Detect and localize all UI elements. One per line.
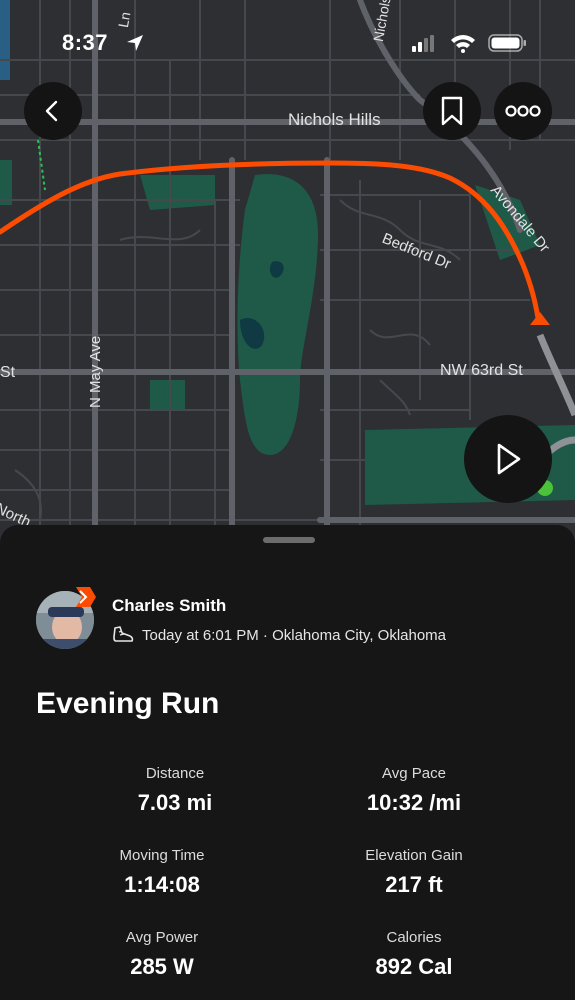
stat-calories: Calories 892 Cal: [294, 929, 534, 980]
more-button[interactable]: [494, 82, 552, 140]
map-label-st: St: [0, 364, 16, 381]
activity-meta-text: Today at 6:01 PM · Oklahoma City, Oklaho…: [142, 626, 447, 644]
stat-value: 10:32 /mi: [366, 790, 462, 815]
stat-label: Moving Time: [119, 847, 205, 864]
location-arrow-icon: [127, 35, 143, 51]
chevron-left-icon: [45, 100, 58, 122]
park-area: [237, 174, 319, 455]
stat-label: Distance: [145, 765, 205, 782]
direction-arrow: [530, 312, 550, 325]
status-time: 8:37: [62, 30, 109, 55]
activity-meta: Today at 6:01 PM · Oklahoma City, Oklaho…: [112, 625, 446, 645]
stat-value: 285 W: [130, 954, 194, 979]
stat-avg-pace: Avg Pace 10:32 /mi: [294, 765, 534, 816]
stat-label: Calories: [386, 929, 442, 946]
wifi-icon: [451, 35, 475, 53]
stat-distance: Distance 7.03 mi: [55, 765, 295, 816]
stat-value: 892 Cal: [375, 954, 453, 979]
stat-label: Avg Power: [125, 929, 199, 946]
play-flyover-button[interactable]: [464, 415, 552, 503]
stat-value: 7.03 mi: [137, 790, 213, 815]
bookmark-icon: [441, 96, 463, 126]
sheet-drag-handle[interactable]: [263, 537, 315, 543]
map-label-nw-63rd-st: NW 63rd St: [440, 362, 523, 379]
athlete-name[interactable]: Charles Smith: [112, 596, 226, 616]
stat-moving-time: Moving Time 1:14:08: [42, 847, 282, 898]
more-horizontal-icon: [505, 105, 541, 117]
stat-elevation-gain: Elevation Gain 217 ft: [294, 847, 534, 898]
activity-title: Evening Run: [36, 687, 220, 720]
bookmark-button[interactable]: [423, 82, 481, 140]
stat-value: 217 ft: [385, 872, 443, 897]
status-bar: 8:37: [0, 0, 575, 90]
shoe-icon: [113, 626, 134, 642]
stat-label: Avg Pace: [382, 765, 446, 782]
activity-sheet[interactable]: Charles Smith Today at 6:01 PM · Oklahom…: [0, 525, 575, 1000]
play-icon: [497, 443, 521, 475]
stat-label: Elevation Gain: [365, 847, 463, 864]
park-area: [0, 160, 12, 205]
back-button[interactable]: [24, 82, 82, 140]
stat-avg-power: Avg Power 285 W: [42, 929, 282, 980]
map-label-n-may-ave: N May Ave: [87, 335, 104, 408]
subscriber-badge-icon: [76, 587, 96, 607]
cellular-signal-icon: [412, 35, 434, 52]
map-label-nichols-hills: Nichols Hills: [288, 110, 381, 129]
stat-value: 1:14:08: [124, 872, 200, 897]
park-area: [150, 380, 185, 410]
battery-icon: [488, 34, 526, 52]
park-area: [140, 175, 215, 210]
